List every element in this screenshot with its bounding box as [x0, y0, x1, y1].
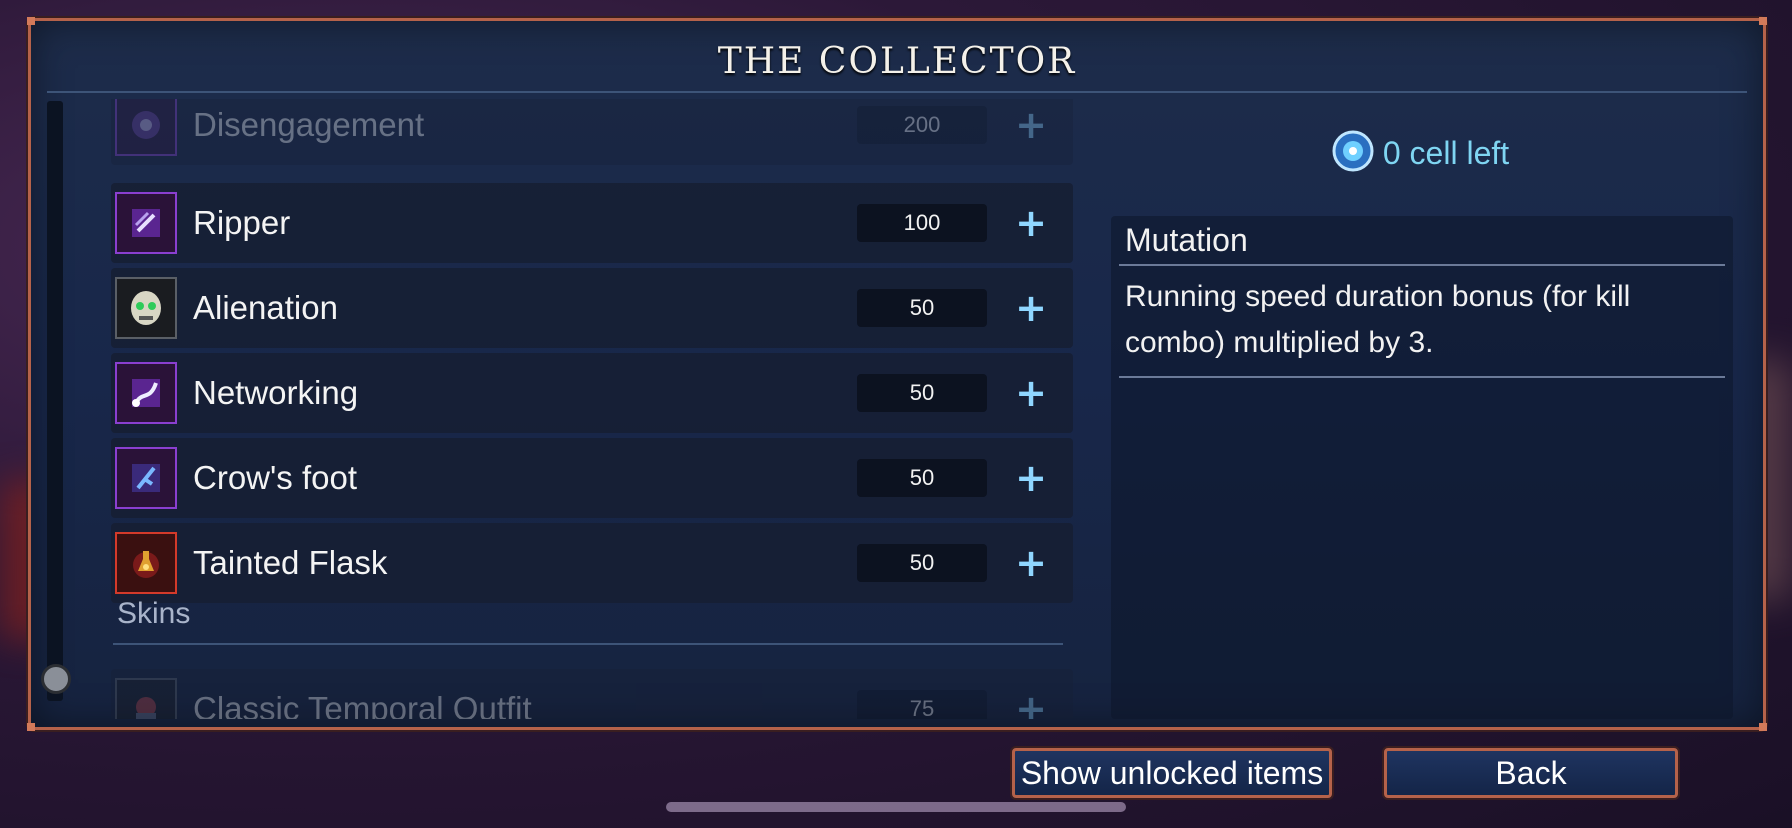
- scrollbar-thumb[interactable]: [41, 664, 71, 694]
- detail-divider: [1119, 264, 1725, 266]
- item-name: Networking: [193, 374, 359, 411]
- detail-panel: 0 cell left Mutation Running speed durat…: [1093, 99, 1747, 719]
- item-name: Ripper: [193, 204, 291, 241]
- section-label-skins: Skins: [117, 597, 191, 630]
- scrollbar-track[interactable]: [47, 101, 63, 701]
- frame-corner: [1759, 17, 1767, 25]
- outfit-icon: [115, 678, 177, 719]
- tainted-flask-icon: [115, 532, 177, 594]
- add-icon[interactable]: +: [1011, 106, 1051, 144]
- cells-text: 0 cell left: [1382, 134, 1510, 171]
- list-item-tainted-flask[interactable]: Tainted Flask 50 +: [111, 523, 1073, 603]
- collector-panel: THE COLLECTOR Disengagement 200 + Ripper…: [27, 17, 1767, 731]
- list-item-networking[interactable]: Networking 50 +: [111, 353, 1073, 433]
- item-name: Tainted Flask: [193, 544, 388, 581]
- list-item-ripper[interactable]: Ripper 100 +: [111, 183, 1073, 263]
- add-icon[interactable]: +: [1011, 374, 1051, 412]
- alienation-skull-icon: [115, 277, 177, 339]
- title-divider: [47, 91, 1747, 93]
- frame-corner: [27, 723, 35, 731]
- item-cost: 50: [857, 544, 987, 582]
- list-item-crows-foot[interactable]: Crow's foot 50 +: [111, 438, 1073, 518]
- section-divider: [113, 643, 1063, 645]
- item-cost: 75: [857, 690, 987, 719]
- disengagement-icon: [115, 99, 177, 156]
- detail-divider: [1119, 376, 1725, 378]
- list-item-alienation[interactable]: Alienation 50 +: [111, 268, 1073, 348]
- item-cost: 50: [857, 374, 987, 412]
- crows-foot-icon: [115, 447, 177, 509]
- home-indicator[interactable]: [666, 802, 1126, 812]
- item-name: Classic Temporal Outfit: [193, 690, 532, 719]
- add-icon[interactable]: +: [1011, 459, 1051, 497]
- networking-icon: [115, 362, 177, 424]
- item-cost: 100: [857, 204, 987, 242]
- item-name: Disengagement: [193, 106, 425, 143]
- panel-title: THE COLLECTOR: [717, 41, 1077, 82]
- item-cost: 50: [857, 459, 987, 497]
- cells-counter: 0 cell left: [1093, 129, 1747, 177]
- frame-corner: [1759, 723, 1767, 731]
- item-cost: 200: [857, 106, 987, 144]
- cell-icon: [1331, 129, 1375, 177]
- add-icon[interactable]: +: [1011, 690, 1051, 719]
- add-icon[interactable]: +: [1011, 204, 1051, 242]
- item-name: Alienation: [193, 289, 338, 326]
- detail-description: Running speed duration bonus (for kill c…: [1125, 280, 1631, 359]
- back-button[interactable]: Back: [1384, 748, 1678, 798]
- frame-corner: [27, 17, 35, 25]
- add-icon[interactable]: +: [1011, 544, 1051, 582]
- item-cost: 50: [857, 289, 987, 327]
- list-item-classic-temporal-outfit[interactable]: Classic Temporal Outfit 75 +: [111, 669, 1073, 719]
- detail-heading: Mutation: [1125, 222, 1248, 258]
- mutation-detail: Mutation Running speed duration bonus (f…: [1111, 216, 1733, 719]
- add-icon[interactable]: +: [1011, 289, 1051, 327]
- list-item-disengagement[interactable]: Disengagement 200 +: [111, 99, 1073, 165]
- ripper-icon: [115, 192, 177, 254]
- show-unlocked-items-button[interactable]: Show unlocked items: [1012, 748, 1332, 798]
- item-list: Disengagement 200 + Ripper 100 + Alienat…: [111, 99, 1111, 719]
- item-name: Crow's foot: [193, 459, 358, 496]
